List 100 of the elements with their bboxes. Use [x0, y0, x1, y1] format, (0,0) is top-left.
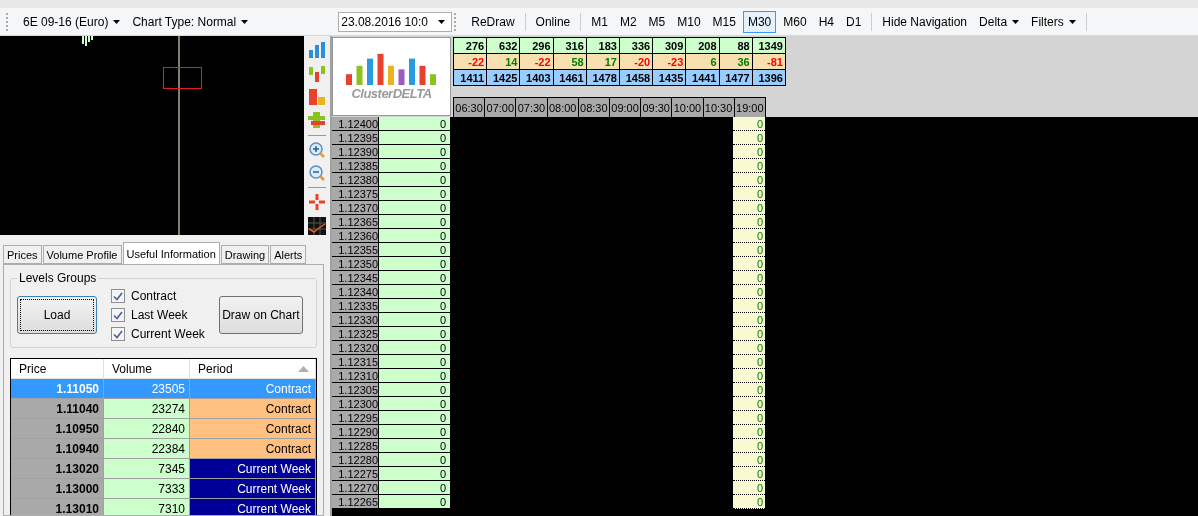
crosshair-icon[interactable] — [306, 192, 328, 213]
price-cell: 1.12375 — [332, 187, 379, 201]
chart-type-dropdown[interactable]: Chart Type: Normal — [127, 10, 254, 33]
checkbox-label: Current Week — [131, 327, 205, 341]
group-title: Levels Groups — [18, 271, 98, 285]
bar-chart-icon[interactable] — [306, 86, 328, 108]
volume-cell: 0 — [379, 117, 451, 131]
volume-cell: 0 — [379, 313, 451, 327]
timeframe-button[interactable]: M2 — [614, 10, 642, 33]
value-cell: 0 — [733, 173, 765, 187]
bar-chart-icon[interactable] — [306, 63, 328, 84]
time-header: 06:30 — [453, 97, 486, 118]
stat-value: 208 — [698, 39, 717, 52]
timeframe-button[interactable]: M1 — [586, 10, 613, 33]
tab[interactable]: Useful Information — [122, 242, 220, 264]
stat-value: 17 — [604, 55, 617, 68]
price-cell: 1.12325 — [332, 327, 379, 341]
checkbox[interactable] — [111, 327, 125, 341]
value-cell: 0 — [733, 439, 765, 453]
price-cell: 1.11040 — [11, 399, 104, 419]
stat-value: 336 — [631, 39, 651, 52]
timeframe-button[interactable]: H4 — [813, 10, 839, 33]
stat-value: 309 — [664, 39, 684, 52]
instrument-dropdown[interactable]: 6E 09-16 (Euro) — [18, 10, 126, 33]
filters-dropdown[interactable]: Filters — [1026, 10, 1081, 33]
timeframe-button[interactable]: M5 — [643, 10, 671, 33]
online-button[interactable]: Online — [530, 10, 576, 33]
value-cell: 0 — [733, 369, 765, 383]
value-cell: 0 — [733, 355, 765, 369]
price-cell: 1.12340 — [332, 285, 379, 299]
value-cell: 0 — [733, 327, 765, 341]
stat-value: 632 — [499, 39, 518, 52]
delta-dropdown[interactable]: Delta — [974, 10, 1025, 33]
price-cell: 1.12395 — [332, 131, 379, 145]
stat-value: 1477 — [725, 71, 750, 84]
date-picker[interactable]: 23.08.2016 10:0 — [338, 11, 453, 32]
draw-on-chart-button[interactable]: Draw on Chart — [218, 296, 303, 334]
load-button[interactable]: Load — [17, 296, 97, 334]
volume-cell: 0 — [379, 271, 451, 285]
checkbox-label: Contract — [131, 289, 177, 303]
timeframe-button[interactable]: D1 — [841, 10, 867, 33]
volume-cell: 0 — [379, 327, 451, 341]
volume-cell: 0 — [379, 383, 451, 397]
hide-navigation-button[interactable]: Hide Navigation — [877, 10, 973, 33]
volume-cell: 0 — [379, 131, 451, 145]
volume-cell: 0 — [379, 467, 451, 481]
period-cell: Contract — [190, 419, 316, 439]
volume-cell: 0 — [379, 187, 451, 201]
tab[interactable]: Prices — [3, 245, 42, 264]
period-cell: Current Week — [190, 479, 316, 499]
price-cell: 1.12365 — [332, 215, 379, 229]
checkbox[interactable] — [111, 308, 125, 322]
volume-cell: 0 — [379, 453, 451, 467]
volume-cell: 0 — [379, 215, 451, 229]
timeframe-button[interactable]: M10 — [672, 10, 706, 33]
volume-cell: 7310 — [104, 499, 190, 515]
checkbox[interactable] — [111, 289, 125, 303]
value-cell: 0 — [733, 481, 765, 495]
timeframe-button[interactable]: M60 — [778, 10, 812, 33]
stat-value: 276 — [465, 39, 485, 52]
price-cell: 1.12270 — [332, 481, 379, 495]
value-cell: 0 — [733, 243, 765, 257]
tab[interactable]: Drawing — [220, 245, 270, 264]
price-cell: 1.12350 — [332, 257, 379, 271]
volume-cell: 23274 — [104, 399, 190, 419]
plus-blocks-icon[interactable] — [306, 110, 328, 131]
stat-value: 58 — [571, 55, 584, 68]
price-cell: 1.12280 — [332, 453, 379, 467]
tab[interactable]: Volume Profile — [42, 245, 122, 264]
price-cell: 1.10940 — [11, 439, 104, 459]
price-cell: 1.13000 — [11, 479, 104, 499]
price-cell: 1.12310 — [332, 369, 379, 383]
price-cell: 1.12400 — [332, 117, 379, 131]
stat-value: 183 — [598, 39, 617, 52]
price-cell: 1.12370 — [332, 201, 379, 215]
bar-chart-icon[interactable] — [306, 40, 328, 61]
line-chart-icon[interactable] — [306, 215, 328, 236]
stat-value: -81 — [766, 55, 783, 68]
caret-icon — [1012, 19, 1020, 24]
volume-cell: 0 — [379, 257, 451, 271]
timeframe-button[interactable]: M30 — [742, 10, 777, 33]
stat-value: 1441 — [692, 71, 717, 84]
timeframe-button[interactable]: M15 — [707, 10, 741, 33]
price-cell: 1.12355 — [332, 243, 379, 257]
volume-cell: 0 — [379, 159, 451, 173]
value-cell: 0 — [733, 383, 765, 397]
stat-value: 36 — [737, 55, 750, 68]
redraw-button[interactable]: ReDraw — [466, 10, 520, 33]
volume-cell: 0 — [379, 299, 451, 313]
price-cell: 1.12335 — [332, 299, 379, 313]
value-cell: 0 — [733, 411, 765, 425]
logo: ClusterDELTA — [332, 37, 451, 116]
time-header: 07:00 — [484, 97, 517, 118]
price-cell: 1.13010 — [11, 499, 104, 515]
value-cell: 0 — [733, 201, 765, 215]
tab[interactable]: Alerts — [270, 245, 307, 264]
price-cell: 1.12320 — [332, 341, 379, 355]
volume-cell: 22384 — [104, 439, 190, 459]
stat-value: 1435 — [658, 71, 684, 84]
checkbox-label: Last Week — [131, 308, 188, 322]
